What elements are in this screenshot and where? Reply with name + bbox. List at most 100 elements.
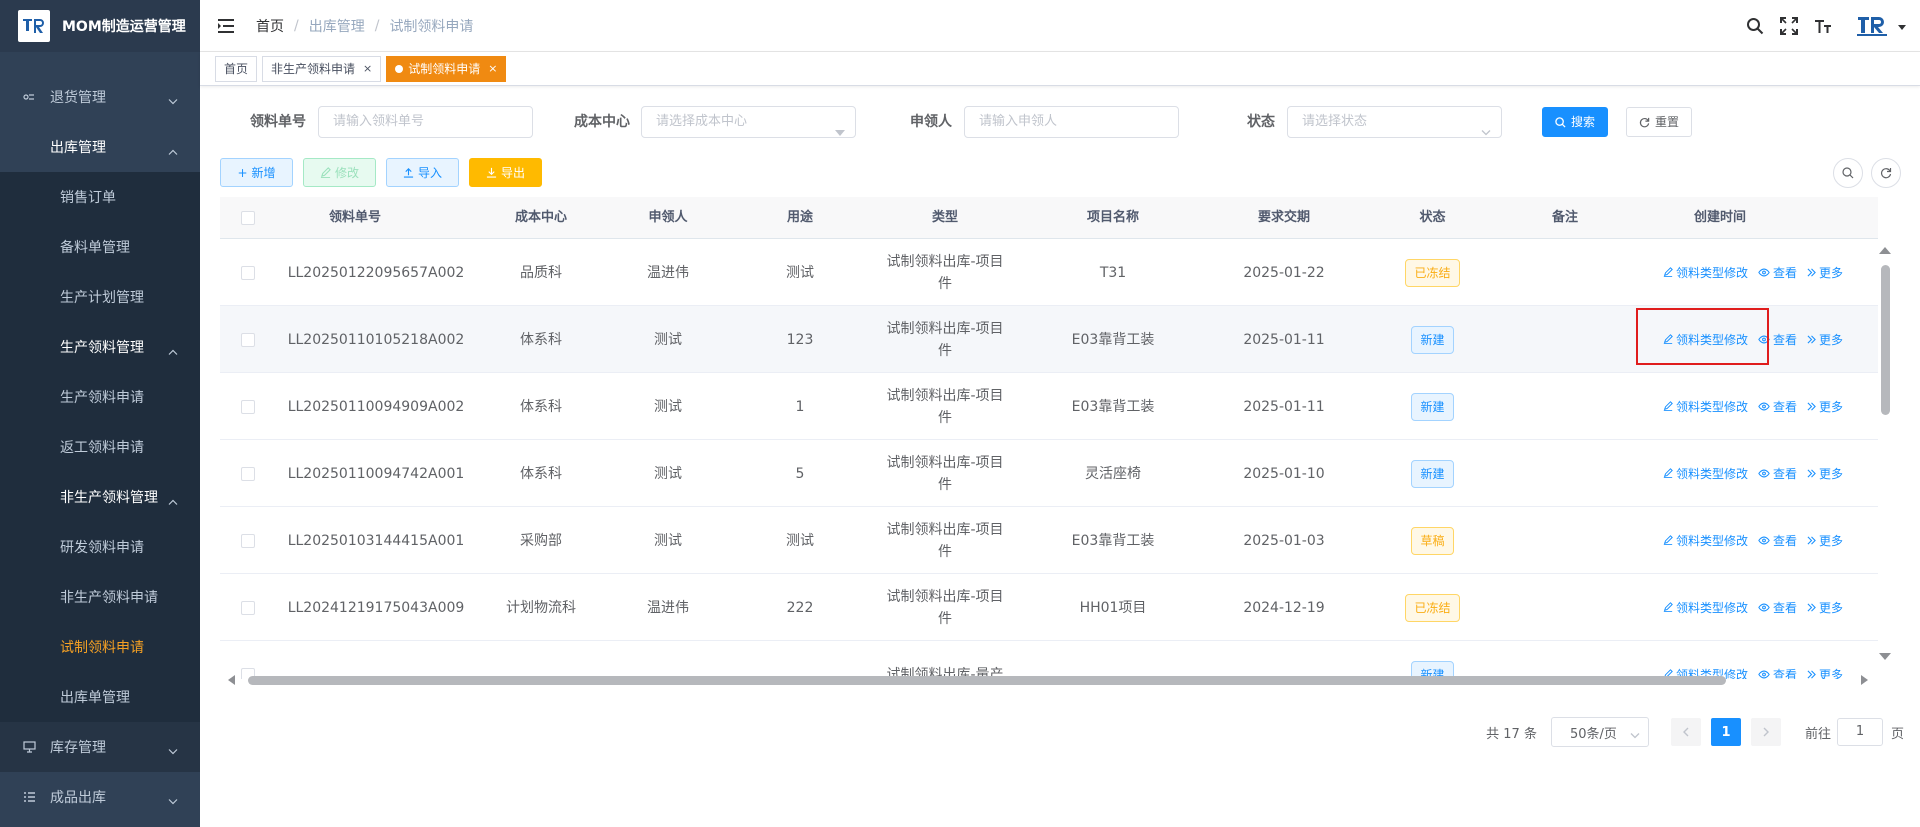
reset-button[interactable]: 重置 bbox=[1626, 107, 1693, 137]
vertical-scrollbar[interactable] bbox=[1878, 240, 1892, 660]
row-select[interactable] bbox=[220, 373, 276, 440]
edit-icon bbox=[1663, 530, 1673, 552]
status-select[interactable]: 请选择状态 bbox=[1287, 106, 1502, 138]
cell-cost-center: 计划物流科 bbox=[506, 599, 576, 616]
modify-type-link[interactable]: 领料类型修改 bbox=[1663, 530, 1748, 552]
sidebar-item-11[interactable]: 试制领料申请 bbox=[0, 622, 200, 672]
tag-1[interactable]: 非生产领料申请 × bbox=[262, 55, 382, 82]
horizontal-scrollbar[interactable] bbox=[222, 672, 1878, 688]
scroll-down-icon[interactable] bbox=[1878, 652, 1892, 662]
status-badge: 新建 bbox=[1411, 459, 1454, 488]
sidebar-item-12[interactable]: 出库单管理 bbox=[0, 672, 200, 722]
sidebar-item-2[interactable]: 销售订单 bbox=[0, 172, 200, 222]
chevron-down-icon bbox=[168, 93, 178, 109]
sidebar-item-5[interactable]: 生产领料管理 bbox=[0, 322, 200, 372]
more-link[interactable]: 更多 bbox=[1807, 530, 1843, 552]
more-link[interactable]: 更多 bbox=[1807, 463, 1843, 485]
tag-label: 试制领料申请 bbox=[408, 61, 481, 76]
row-checkbox[interactable] bbox=[241, 533, 255, 548]
sidebar-item-9[interactable]: 研发领料申请 bbox=[0, 522, 200, 572]
tag-0[interactable]: 首页 bbox=[215, 55, 258, 82]
row-select[interactable] bbox=[220, 574, 276, 641]
view-link[interactable]: 查看 bbox=[1758, 530, 1797, 552]
tag-2[interactable]: 试制领料申请 × bbox=[386, 55, 507, 82]
page-number-current[interactable]: 1 bbox=[1710, 718, 1741, 746]
close-icon[interactable]: × bbox=[363, 57, 372, 81]
scroll-right-icon[interactable] bbox=[1860, 674, 1870, 686]
modify-type-link[interactable]: 领料类型修改 bbox=[1663, 463, 1748, 485]
sidebar-item-1[interactable]: 出库管理 bbox=[0, 122, 200, 172]
row-select[interactable] bbox=[220, 239, 276, 306]
cell-due: 2025-01-11 bbox=[1243, 398, 1325, 415]
more-label: 更多 bbox=[1819, 466, 1844, 481]
cell-status: 新建 bbox=[1400, 373, 1465, 440]
goto-page-input[interactable]: 1 bbox=[1836, 718, 1883, 746]
row-select[interactable] bbox=[220, 440, 276, 507]
export-button[interactable]: 导出 bbox=[469, 158, 542, 187]
sidebar-item-13[interactable]: 库存管理 bbox=[0, 722, 200, 772]
status-badge: 已冻结 bbox=[1405, 593, 1460, 622]
cell-status: 已冻结 bbox=[1400, 574, 1465, 641]
row-checkbox[interactable] bbox=[241, 466, 255, 481]
sidebar-item-4[interactable]: 生产计划管理 bbox=[0, 272, 200, 322]
horizontal-scroll-thumb[interactable] bbox=[248, 676, 1726, 685]
sidebar-item-10[interactable]: 非生产领料申请 bbox=[0, 572, 200, 622]
view-link[interactable]: 查看 bbox=[1758, 396, 1797, 418]
search-button[interactable]: 搜索 bbox=[1542, 107, 1609, 137]
vertical-scroll-thumb[interactable] bbox=[1881, 265, 1890, 415]
column-header: 状态 bbox=[1419, 210, 1446, 225]
more-link[interactable]: 更多 bbox=[1807, 597, 1843, 619]
modify-type-link[interactable]: 领料类型修改 bbox=[1663, 262, 1748, 284]
sidebar-item-label: 生产领料申请 bbox=[60, 390, 144, 406]
toggle-search-button[interactable] bbox=[1833, 158, 1863, 188]
scroll-left-icon[interactable] bbox=[226, 674, 236, 686]
sidebar-item-0[interactable]: 退货管理 bbox=[0, 72, 200, 122]
download-icon bbox=[486, 167, 497, 178]
applicant-input[interactable]: 请输入申领人 bbox=[964, 106, 1179, 138]
caret-down-icon[interactable] bbox=[1898, 19, 1906, 34]
cell-order-no: LL20250110094742A001 bbox=[287, 465, 465, 482]
avatar[interactable] bbox=[1852, 11, 1892, 41]
row-select[interactable] bbox=[220, 507, 276, 574]
company-logo bbox=[18, 10, 50, 42]
page-size-select[interactable]: 50条/页 bbox=[1550, 717, 1649, 747]
sidebar-item-14[interactable]: 成品出库 bbox=[0, 772, 200, 822]
refresh-table-button[interactable] bbox=[1871, 158, 1901, 188]
sidebar-item-7[interactable]: 返工领料申请 bbox=[0, 422, 200, 472]
view-link[interactable]: 查看 bbox=[1758, 463, 1797, 485]
cost-center-select[interactable]: 请选择成本中心 bbox=[641, 106, 856, 138]
fullscreen-icon[interactable] bbox=[1772, 17, 1806, 35]
view-link[interactable]: 查看 bbox=[1758, 597, 1797, 619]
breadcrumb-outbound[interactable]: 出库管理 bbox=[309, 16, 365, 36]
search-icon[interactable] bbox=[1738, 17, 1772, 35]
modify-type-link[interactable]: 领料类型修改 bbox=[1663, 396, 1748, 418]
breadcrumb-home[interactable]: 首页 bbox=[256, 16, 284, 36]
add-button[interactable]: + 新增 bbox=[220, 158, 293, 187]
header-select-all[interactable] bbox=[220, 197, 276, 239]
cell-purpose: 1 bbox=[795, 398, 805, 415]
row-select[interactable] bbox=[220, 306, 276, 373]
scroll-up-icon[interactable] bbox=[1878, 245, 1892, 255]
sidebar-item-8[interactable]: 非生产领料管理 bbox=[0, 472, 200, 522]
row-checkbox[interactable] bbox=[241, 265, 255, 280]
modify-type-link[interactable]: 领料类型修改 bbox=[1663, 597, 1748, 619]
row-checkbox[interactable] bbox=[241, 600, 255, 615]
more-link[interactable]: 更多 bbox=[1807, 396, 1843, 418]
next-page-button[interactable] bbox=[1750, 718, 1781, 746]
order-no-input[interactable]: 请输入领料单号 bbox=[318, 106, 533, 138]
edit-button[interactable]: 修改 bbox=[303, 158, 376, 187]
prev-page-button[interactable] bbox=[1670, 718, 1701, 746]
row-checkbox[interactable] bbox=[241, 399, 255, 414]
more-link[interactable]: 更多 bbox=[1807, 262, 1843, 284]
row-checkbox[interactable] bbox=[241, 332, 255, 347]
more-link[interactable]: 更多 bbox=[1807, 329, 1843, 351]
sidebar-item-6[interactable]: 生产领料申请 bbox=[0, 372, 200, 422]
hamburger-icon[interactable] bbox=[218, 18, 236, 34]
close-icon[interactable]: × bbox=[488, 57, 497, 81]
view-link[interactable]: 查看 bbox=[1758, 262, 1797, 284]
sidebar-item-3[interactable]: 备料单管理 bbox=[0, 222, 200, 272]
font-size-icon[interactable] bbox=[1806, 17, 1840, 35]
status-placeholder: 请选择状态 bbox=[1302, 114, 1368, 129]
import-button[interactable]: 导入 bbox=[386, 158, 459, 187]
select-all-checkbox[interactable] bbox=[241, 211, 255, 225]
